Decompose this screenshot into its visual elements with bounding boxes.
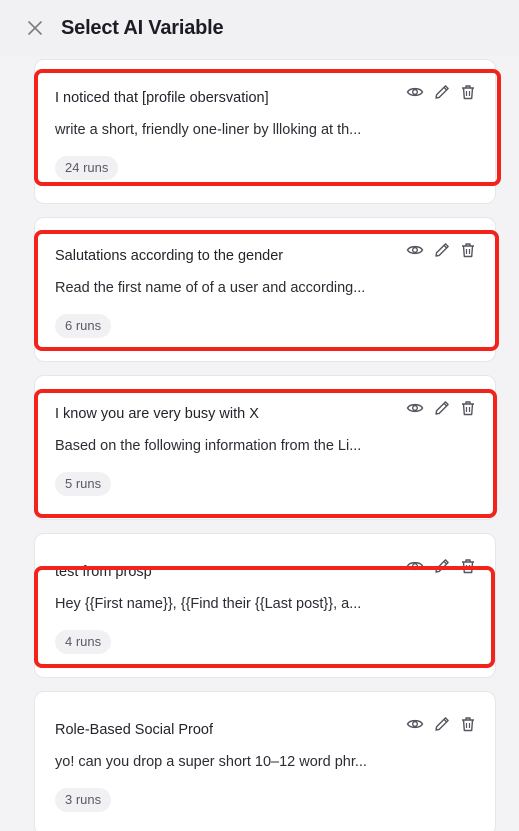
edit-button[interactable]	[432, 714, 452, 734]
panel-header: Select AI Variable	[0, 0, 519, 56]
view-button[interactable]	[405, 82, 425, 102]
runs-badge: 5 runs	[55, 472, 112, 496]
card-actions	[405, 240, 485, 260]
variable-prompt-preview: Read the first name of of a user and acc…	[55, 280, 366, 296]
ai-variable-card[interactable]: Salutations according to the gender Read…	[34, 217, 496, 362]
card-actions	[405, 398, 485, 418]
pencil-icon	[435, 85, 449, 99]
delete-button[interactable]	[458, 240, 478, 260]
eye-icon	[406, 561, 424, 571]
eye-icon	[406, 719, 424, 729]
view-button[interactable]	[405, 714, 425, 734]
view-button[interactable]	[405, 240, 425, 260]
view-button[interactable]	[405, 556, 425, 576]
card-actions	[405, 556, 485, 576]
edit-button[interactable]	[432, 82, 452, 102]
delete-button[interactable]	[458, 714, 478, 734]
delete-button[interactable]	[458, 82, 478, 102]
ai-variable-card[interactable]: I know you are very busy with X Based on…	[34, 375, 496, 520]
ai-variable-list[interactable]: I noticed that [profile obersvation] wri…	[0, 56, 519, 831]
variable-prompt-preview: yo! can you drop a super short 10–12 wor…	[55, 754, 367, 770]
ai-variable-card[interactable]: Role-Based Social Proof yo! can you drop…	[34, 691, 496, 831]
pencil-icon	[435, 243, 449, 257]
edit-button[interactable]	[432, 556, 452, 576]
eye-icon	[406, 245, 424, 255]
runs-badge: 6 runs	[55, 314, 112, 338]
ai-variable-card[interactable]: I noticed that [profile obersvation] wri…	[34, 59, 496, 204]
eye-icon	[406, 87, 424, 97]
card-actions	[405, 82, 485, 102]
runs-badge: 24 runs	[55, 156, 119, 180]
runs-badge: 3 runs	[55, 788, 112, 812]
card-actions	[405, 714, 485, 734]
variable-prompt-preview: Hey {{First name}}, {{Find their {{Last …	[55, 596, 362, 612]
variable-prompt-preview: write a short, friendly one-liner by lll…	[55, 122, 362, 138]
trash-icon	[462, 401, 474, 416]
variable-name: test from prosp	[55, 564, 152, 580]
page-title: Select AI Variable	[61, 17, 224, 39]
close-icon	[28, 21, 42, 35]
variable-name: Salutations according to the gender	[55, 248, 284, 264]
delete-button[interactable]	[458, 556, 478, 576]
pencil-icon	[435, 401, 449, 415]
trash-icon	[462, 559, 474, 574]
eye-icon	[406, 403, 424, 413]
variable-name: I noticed that [profile obersvation]	[55, 90, 269, 106]
trash-icon	[462, 85, 474, 100]
ai-variable-card[interactable]: test from prosp Hey {{First name}}, {{Fi…	[34, 533, 496, 678]
view-button[interactable]	[405, 398, 425, 418]
select-ai-variable-panel: Select AI Variable I noticed that [profi…	[0, 0, 519, 831]
runs-badge: 4 runs	[55, 630, 112, 654]
close-button[interactable]	[24, 17, 46, 39]
pencil-icon	[435, 559, 449, 573]
edit-button[interactable]	[432, 398, 452, 418]
trash-icon	[462, 243, 474, 258]
edit-button[interactable]	[432, 240, 452, 260]
trash-icon	[462, 717, 474, 732]
variable-name: Role-Based Social Proof	[55, 722, 213, 738]
variable-name: I know you are very busy with X	[55, 406, 259, 422]
pencil-icon	[435, 717, 449, 731]
variable-prompt-preview: Based on the following information from …	[55, 438, 362, 454]
delete-button[interactable]	[458, 398, 478, 418]
